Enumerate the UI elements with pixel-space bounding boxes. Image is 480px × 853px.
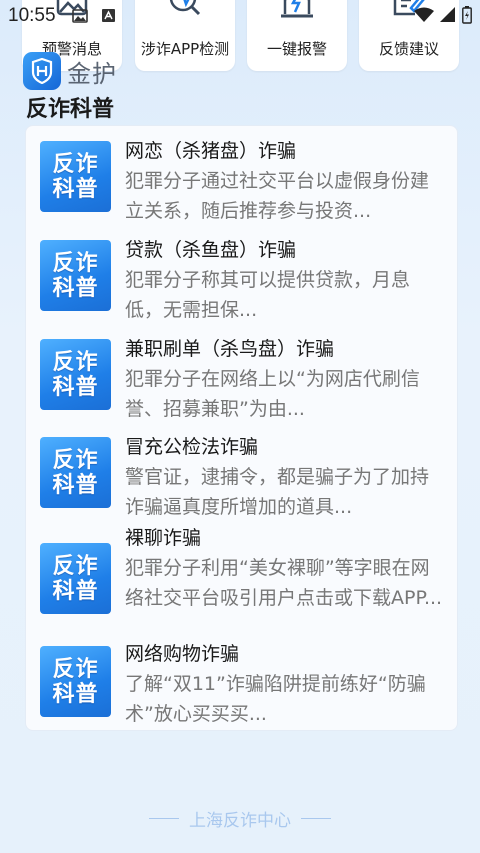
article-title: 裸聊诈骗 [125, 527, 202, 549]
shortcut-label: 反馈建议 [378, 40, 439, 58]
article-thumbnail: 反诈 科普 [40, 437, 111, 508]
shortcut-one-key-alarm[interactable]: 一键报警 [247, 0, 347, 71]
thumb-text: 反诈 [52, 250, 99, 276]
thumb-text: 反诈 [52, 349, 99, 375]
shield-logo-icon [23, 52, 61, 90]
section-title: 反诈科普 [26, 97, 115, 122]
thumb-text: 反诈 [52, 553, 99, 579]
shortcut-label: 一键报警 [266, 40, 327, 58]
thumb-text: 科普 [52, 176, 99, 202]
article-desc: 警官证，逮捕令，都是骗子为了加持诈骗逼真度所增加的道具... [125, 466, 430, 518]
thumb-text: 科普 [52, 578, 99, 604]
brand-logo: 金护 [23, 52, 117, 90]
article-title: 兼职刷单（杀鸟盘）诈骗 [125, 338, 335, 360]
brand-name: 金护 [67, 59, 117, 88]
article-thumbnail: 反诈 科普 [40, 339, 111, 410]
footer-divider-left [149, 818, 179, 819]
article-thumbnail: 反诈 科普 [40, 141, 111, 212]
article-thumbnail: 反诈 科普 [40, 646, 111, 717]
article-thumbnail: 反诈 科普 [40, 543, 111, 614]
alarm-light-icon [281, 0, 313, 18]
article-desc: 了解“双11”诈骗陷阱提前练好“防骗术”放心买买买... [125, 673, 426, 725]
article-title: 贷款（杀鱼盘）诈骗 [125, 239, 297, 261]
article-title: 网络购物诈骗 [125, 643, 240, 665]
thumb-text: 科普 [52, 681, 99, 707]
alert-envelope-icon [56, 0, 88, 16]
shortcut-label: 涉诈APP检测 [140, 40, 230, 58]
thumb-text: 科普 [52, 275, 99, 301]
feedback-edit-icon [393, 0, 425, 16]
footer-text: 上海反诈中心 [189, 811, 291, 831]
article-desc: 犯罪分子通过社交平台以虚假身份建立关系，随后推荐参与投资... [125, 170, 430, 222]
thumb-text: 科普 [52, 472, 99, 498]
thumb-text: 反诈 [52, 656, 99, 682]
article-desc: 犯罪分子称其可以提供贷款，月息低，无需担保... [125, 269, 411, 321]
footer: 上海反诈中心 [0, 806, 480, 831]
article-desc: 犯罪分子利用“美女裸聊”等字眼在网络社交平台吸引用户点击或下载APP... [125, 557, 443, 609]
app-scan-icon [169, 0, 201, 16]
thumb-text: 反诈 [52, 447, 99, 473]
article-thumbnail: 反诈 科普 [40, 240, 111, 311]
article-title: 网恋（杀猪盘）诈骗 [125, 140, 297, 162]
thumb-text: 反诈 [52, 151, 99, 177]
thumb-text: 科普 [52, 374, 99, 400]
footer-divider-right [301, 818, 331, 819]
article-desc: 犯罪分子在网络上以“为网店代刷信誉、招募兼职”为由... [125, 368, 420, 420]
shortcut-app-detection[interactable]: 涉诈APP检测 [135, 0, 235, 71]
shortcut-feedback[interactable]: 反馈建议 [359, 0, 459, 71]
article-list: 反诈 科普 网恋（杀猪盘）诈骗 犯罪分子通过社交平台以虚假身份建立关系，随后推荐… [25, 125, 458, 731]
article-title: 冒充公检法诈骗 [125, 436, 259, 458]
